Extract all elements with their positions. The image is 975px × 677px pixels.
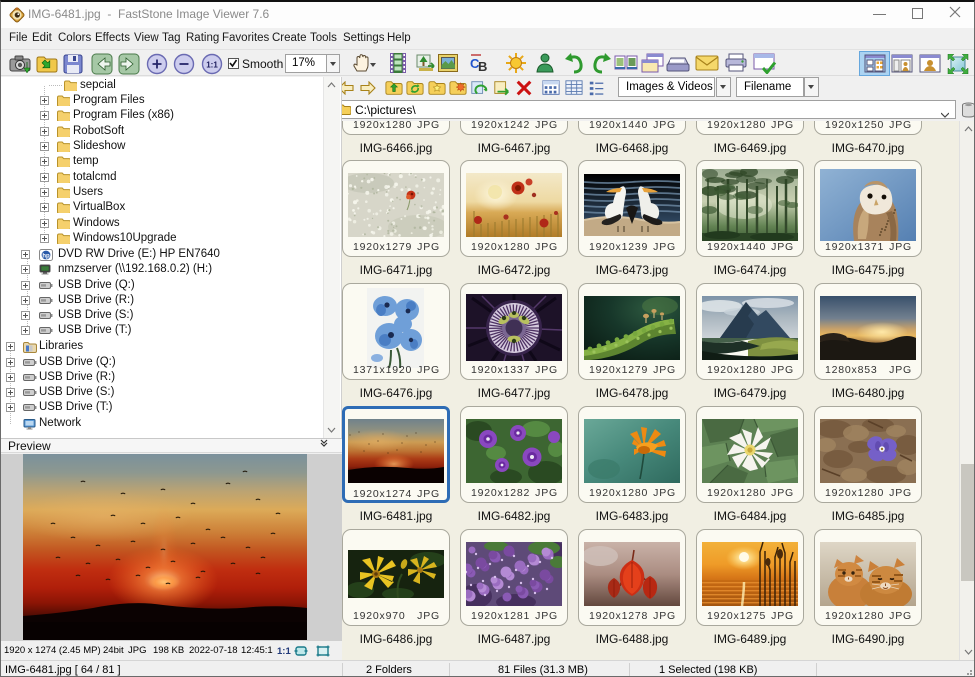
svg-text:hp: hp [42, 253, 50, 259]
svg-text:B: B [478, 59, 487, 74]
svg-text:1:1: 1:1 [206, 61, 218, 70]
